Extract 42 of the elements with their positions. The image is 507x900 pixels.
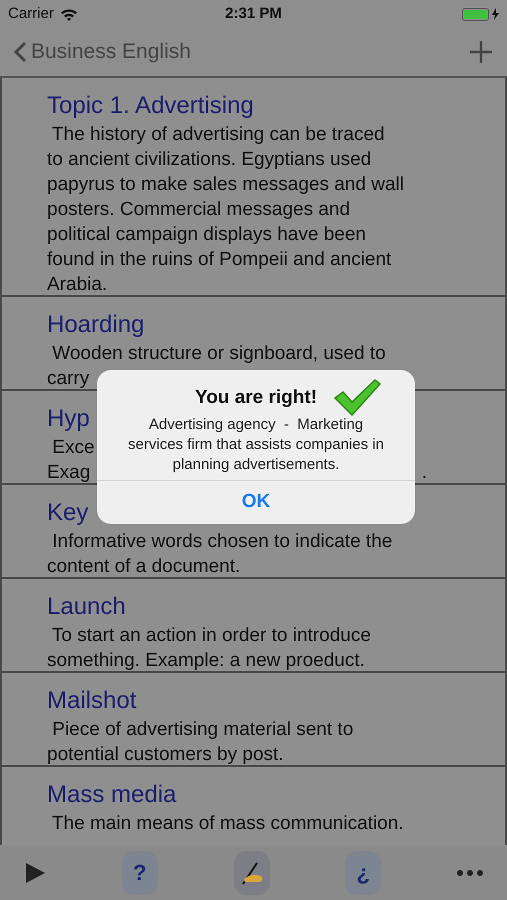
wifi-icon [60, 8, 78, 20]
row-text: found in the ruins of Pompeii and ancient [47, 248, 392, 272]
carrier-label: Carrier [8, 4, 54, 24]
chevron-left-icon [14, 41, 27, 63]
row-text: papyrus to make sales messages and wall [47, 173, 404, 197]
row-text: The main means of mass communication. [50, 812, 404, 836]
row-text: The history of advertising can be traced [50, 123, 385, 147]
alert-title: You are right! [194, 386, 318, 410]
row-text: to ancient civilizations. Egyptians used [47, 148, 372, 172]
row-title[interactable]: Launch [47, 591, 126, 623]
row-text: Piece of advertising material sent to [51, 718, 354, 742]
row-text: Wooden structure or signboard, used to [51, 342, 386, 366]
row-text: Exce [51, 436, 95, 460]
play-icon[interactable] [24, 862, 46, 884]
help-button[interactable]: ? [122, 850, 158, 894]
row-text: posters. Commercial messages and [47, 198, 350, 222]
row-text: To start an action in order to introduce [50, 624, 371, 648]
row-text: Arabia. [47, 273, 108, 295]
row-title[interactable]: Topic 1. Advertising [47, 90, 254, 122]
battery-icon [462, 8, 489, 20]
row-title[interactable]: Mass media [47, 779, 176, 811]
help-button[interactable]: ¿ [345, 850, 382, 894]
plus-icon[interactable] [469, 40, 493, 64]
row-text: carry [47, 367, 90, 389]
row-title[interactable]: Hoarding [47, 309, 144, 341]
time-label: 2:31 PM [225, 4, 282, 24]
row-text: Exag [47, 461, 90, 483]
row-text: Informative words chosen to indicate the [51, 530, 392, 554]
alert-message: Advertising agency - Marketing services firm that assists companies in planning advertisements. [127, 414, 385, 474]
row-title[interactable]: Hyp [47, 403, 90, 435]
more-icon[interactable] [457, 870, 483, 876]
write-button[interactable] [234, 850, 270, 894]
back-button[interactable]: Business English [14, 36, 191, 68]
row-title[interactable]: Mailshot [47, 685, 136, 717]
row-text: political campaign displays have been [47, 223, 366, 247]
row-text: content of a document. [47, 555, 240, 577]
checkmark-icon [333, 378, 381, 416]
row-text: something. Example: a new proeduct. [47, 649, 365, 671]
row-text: . [422, 461, 427, 483]
row-title[interactable]: Key [47, 497, 88, 529]
ok-button[interactable]: OK [97, 480, 415, 524]
row-text: potential customers by post. [47, 743, 284, 765]
